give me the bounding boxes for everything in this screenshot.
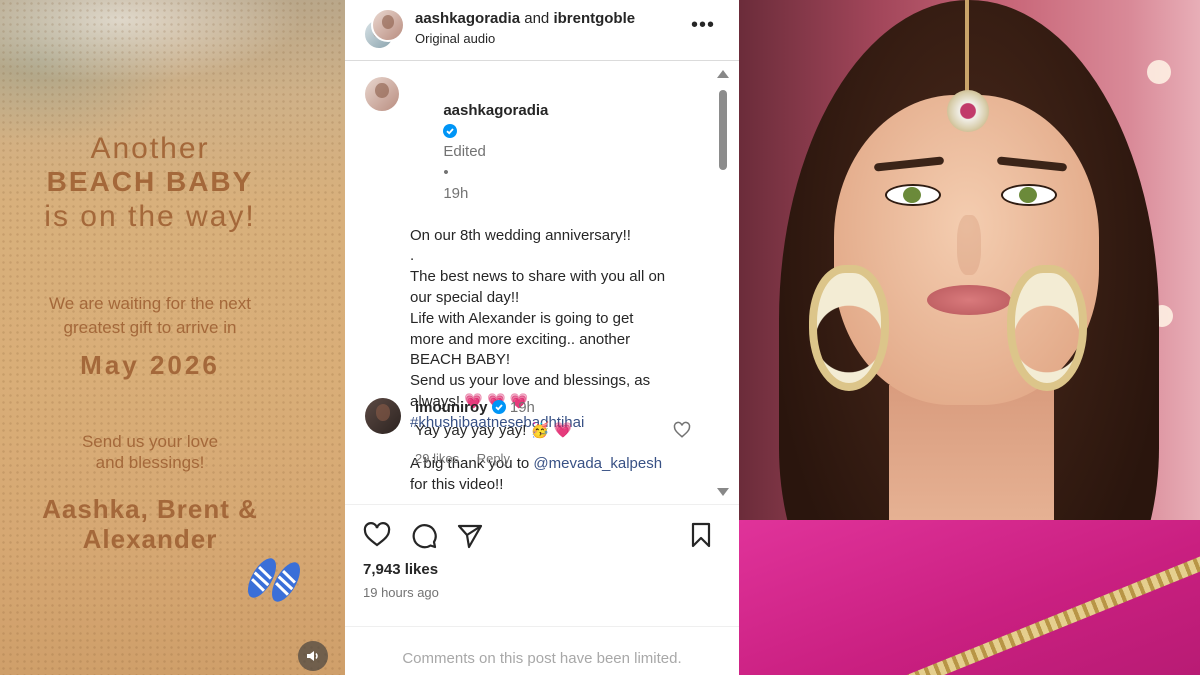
like-heart-icon[interactable] [363,522,391,548]
caption-line: BEACH BABY! [410,351,511,369]
comment-username[interactable]: imouniroy [415,399,488,416]
caption-mention[interactable]: @mevada_kalpesh [533,455,662,472]
nose [957,215,981,275]
headline-line-1: Another [90,132,210,165]
blessings-text-2: and blessings! [95,453,205,472]
scroll-down-arrow-icon[interactable] [717,488,729,496]
caption-line: On our 8th wedding anniversary!! [410,226,631,244]
caption-username[interactable]: aashkagoradia [443,102,548,119]
post-header: aashkagoradia and ibrentgoble Original a… [345,0,739,61]
verified-badge-icon [491,400,506,414]
headline-line-2: BEACH BABY [46,166,254,197]
waiting-text-2: greatest gift to arrive in [63,318,237,337]
caption-line: our special day!! [410,288,520,306]
caption-line: . [410,247,415,265]
verified-badge-icon [443,123,458,138]
scroll-up-arrow-icon[interactable] [717,70,729,78]
comment-like-heart-icon[interactable] [673,421,691,439]
instagram-post-panel: aashkagoradia and ibrentgoble Original a… [345,0,739,675]
left-eye [885,184,941,206]
caption-author-avatar[interactable] [365,77,399,111]
share-paper-plane-icon[interactable] [456,522,484,550]
caption-line: Life with Alexander is going to get [410,309,634,327]
blessings-text-1: Send us your love [81,432,219,451]
maang-tikka-chain [965,0,969,95]
maang-tikka-jewel-icon [947,90,989,132]
original-audio-link[interactable]: Original audio [415,31,495,46]
coauthor-username[interactable]: ibrentgoble [553,10,635,27]
comment-bubble-icon[interactable] [410,522,438,550]
comment-likes[interactable]: 29 likes [415,451,459,466]
post-actions-bar: 7,943 likes 19 hours ago [345,504,739,625]
caption-line: more and more exciting.. another [410,330,631,348]
meta-dot: • [443,164,449,182]
headline-line-3: is on the way! [44,200,256,233]
caption-time: 19h [443,184,469,202]
author-avatar[interactable] [371,8,405,42]
lips [927,285,1011,315]
bride-portrait-image [739,0,1200,675]
post-timestamp[interactable]: 19 hours ago [363,585,439,600]
comment-actions: 29 likes Reply [415,451,524,466]
comments-limited-text: Comments on this post have been limited. [402,650,682,667]
thanks-suffix: for this video!! [410,476,504,494]
right-eye [1001,184,1057,206]
left-earring-icon [809,265,889,391]
caption-line: Send us your love and blessings, as [410,372,651,390]
caption-line: The best news to share with you all on [410,268,666,286]
flip-flops-icon [248,558,300,602]
post-authors: aashkagoradia and ibrentgoble [415,10,635,27]
family-names-1: Aashka, Brent & [42,494,258,524]
authors-joiner: and [524,10,550,27]
like-count[interactable]: 7,943 likes [363,561,438,578]
commenter-avatar[interactable] [365,398,401,434]
comment-text: Yay yay yay yay! 🥳 💗 [415,422,573,439]
bokeh-light [1147,60,1171,84]
scrollbar-thumb[interactable] [719,90,727,170]
edited-label: Edited [443,143,486,161]
right-earring-icon [1007,265,1087,391]
beach-announcement-video[interactable]: Another BEACH BABY is on the way! We are… [0,0,345,675]
scrollbar[interactable] [717,70,729,498]
speaker-icon[interactable] [298,641,328,671]
due-date: May 2026 [80,350,220,380]
waiting-text-1: We are waiting for the next [49,294,251,313]
more-options-icon[interactable]: ••• [691,14,715,37]
author-username[interactable]: aashkagoradia [415,10,520,27]
comment-header: imouniroy 19h [415,399,535,416]
comment-time: 19h [509,399,535,416]
save-bookmark-icon[interactable] [689,522,713,548]
comments-scroll-area[interactable]: aashkagoradia Edited • 19h On our 8th we… [345,61,739,504]
comments-limited-notice: Comments on this post have been limited. [345,626,739,676]
reply-link[interactable]: Reply [477,451,510,466]
